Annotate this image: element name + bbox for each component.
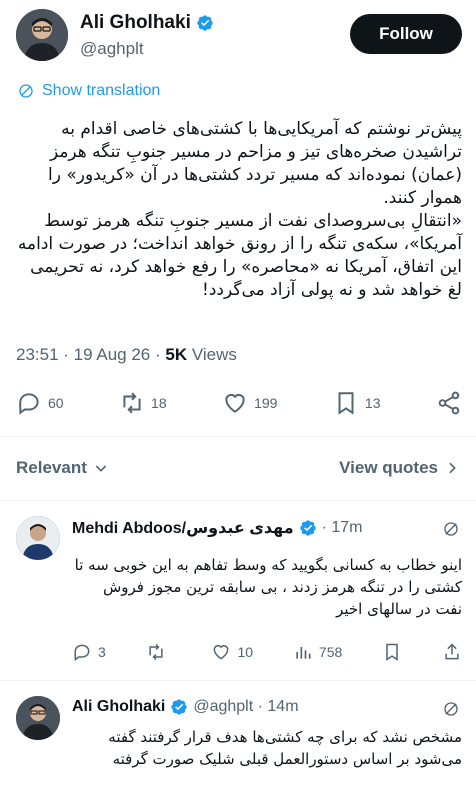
reply-avatar[interactable] [16, 516, 60, 560]
reply-author-name[interactable]: Mehdi Abdoos/مهدی عبدوس [72, 518, 294, 538]
relevant-label: Relevant [16, 458, 87, 477]
like-count: 199 [254, 395, 278, 411]
reply-meta: · 17m [321, 519, 363, 536]
meta-dot: · [63, 345, 74, 364]
views-icon [296, 647, 311, 659]
show-translation-link[interactable]: Show translation [18, 82, 160, 100]
share-icon [445, 643, 459, 660]
view-quotes-label: View quotes [339, 458, 438, 477]
tweet-paragraph: «انتقالِ بی‌سروصدای نفت از مسیر جنوبِ تن… [17, 211, 462, 300]
author-avatar[interactable] [16, 9, 68, 61]
tweet-time[interactable]: 23:51 [16, 345, 59, 364]
show-translation-label: Show translation [42, 82, 161, 99]
bookmark-icon [386, 643, 398, 661]
share-button[interactable] [442, 642, 462, 662]
reply-count: 3 [98, 644, 106, 660]
meta-dot: · [154, 345, 166, 364]
author-display-name[interactable]: Ali Gholhaki [80, 12, 214, 34]
chevron-down-icon [95, 465, 107, 472]
tweet-text: پیش‌تر نوشتم که آمریکایی‌ها با کشتی‌های … [16, 118, 462, 302]
translate-icon [19, 84, 33, 98]
chevron-right-icon [449, 462, 456, 474]
views-button[interactable]: 758 [293, 642, 342, 662]
verified-badge-icon [197, 15, 213, 31]
follow-button[interactable]: Follow [350, 14, 462, 54]
sort-bar: Relevant View quotes [0, 446, 476, 490]
reply-meta: @aghplt · 14m [193, 698, 299, 715]
views-count: 5K [165, 345, 188, 364]
reply-author-name[interactable]: Ali Gholhaki [72, 698, 165, 716]
reply-actions: 3 10 758 [72, 642, 462, 662]
relevant-dropdown[interactable]: Relevant [16, 458, 109, 478]
share-icon [438, 391, 460, 415]
tweet-actions: 60 18 199 13 [16, 388, 462, 418]
view-quotes-link[interactable]: View quotes [339, 458, 460, 478]
like-button[interactable]: 199 [222, 390, 277, 416]
reply-item[interactable]: Mehdi Abdoos/مهدی عبدوس · 17m اینو خطاب … [0, 500, 476, 680]
like-icon [214, 645, 229, 660]
divider [0, 436, 476, 437]
like-count: 10 [237, 644, 254, 660]
reply-header: Mehdi Abdoos/مهدی عبدوس · 17m [72, 518, 363, 538]
reply-header: Ali Gholhaki @aghplt · 14m [72, 698, 299, 716]
reply-text: اینو خطاب به کسانی بگویید که وسط تفاهم ب… [74, 556, 462, 618]
repost-button[interactable] [146, 642, 172, 662]
bookmark-count: 13 [364, 395, 381, 411]
reply-item[interactable]: Ali Gholhaki @aghplt · 14m مشخص نشد که ب… [0, 680, 476, 800]
reply-count: 60 [48, 395, 64, 411]
share-button[interactable] [436, 390, 462, 416]
tweet-date[interactable]: 19 Aug 26 [74, 345, 151, 364]
bookmark-button[interactable] [382, 642, 402, 662]
reply-avatar[interactable] [16, 696, 60, 740]
tweet-header: Ali Gholhaki @aghplt Follow [0, 0, 476, 70]
tweet-meta: 23:51 · 19 Aug 26 · 5K Views [16, 345, 237, 365]
bookmark-icon [338, 392, 354, 415]
reply-icon [19, 393, 39, 415]
author-handle[interactable]: @aghplt [80, 39, 214, 59]
like-icon [225, 393, 245, 413]
grok-icon[interactable] [442, 520, 460, 538]
author-name-text: Ali Gholhaki [80, 12, 191, 33]
like-button[interactable]: 10 [211, 642, 253, 662]
verified-badge-icon [299, 520, 316, 536]
author-name-block: Ali Gholhaki @aghplt [80, 12, 214, 59]
repost-count: 18 [151, 395, 167, 411]
reply-text: مشخص نشد که برای چه کشتی‌ها هدف قرار گرف… [108, 728, 462, 768]
verified-badge-icon [171, 699, 188, 715]
reply-button[interactable]: 3 [72, 642, 106, 662]
grok-icon[interactable] [442, 700, 460, 718]
reply-icon [74, 644, 90, 661]
views-count: 758 [318, 644, 343, 660]
views-label: Views [191, 345, 237, 364]
reply-button[interactable]: 60 [16, 390, 64, 416]
repost-icon [149, 643, 163, 661]
bookmark-button[interactable]: 13 [333, 390, 381, 416]
repost-icon [123, 392, 141, 414]
tweet-paragraph: پیش‌تر نوشتم که آمریکایی‌ها با کشتی‌های … [48, 119, 462, 208]
repost-button[interactable]: 18 [119, 390, 167, 416]
